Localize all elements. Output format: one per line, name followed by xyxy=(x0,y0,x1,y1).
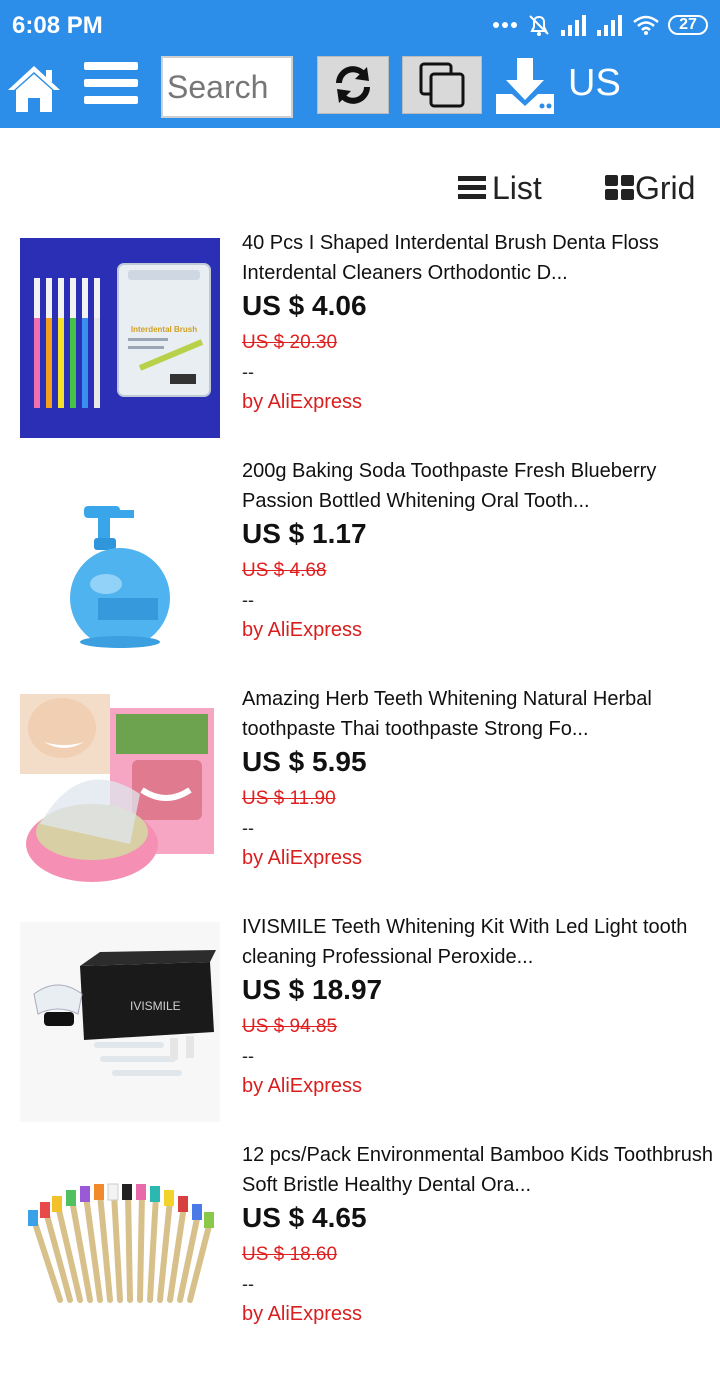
grid-view-label: Grid xyxy=(635,169,696,206)
product-title[interactable]: Amazing Herb Teeth Whitening Natural Her… xyxy=(242,684,718,744)
product-item[interactable]: Amazing Herb Teeth Whitening Natural Her… xyxy=(0,688,720,922)
product-thumbnail[interactable]: Interdental Brush xyxy=(20,238,220,438)
bamboo-toothbrush-image xyxy=(20,1150,220,1350)
whitening-kit-image: IVISMILE xyxy=(20,922,220,1122)
download-button[interactable] xyxy=(494,56,556,116)
grid-view-button[interactable]: Grid xyxy=(605,168,695,208)
copy-button[interactable] xyxy=(402,56,482,114)
refresh-icon xyxy=(336,66,370,104)
product-old-price: US $ 11.90 xyxy=(242,788,336,809)
product-item[interactable]: 200g Baking Soda Toothpaste Fresh Bluebe… xyxy=(0,460,720,694)
copy-icon xyxy=(419,62,465,108)
product-price: US $ 5.95 xyxy=(242,746,367,777)
product-thumbnail[interactable] xyxy=(20,694,220,894)
product-item[interactable]: IVISMILE IVISMILE Teeth Whitening Kit Wi… xyxy=(0,916,720,1150)
list-view-label: List xyxy=(492,169,542,206)
status-bar: 6:08 PM 27 xyxy=(0,0,720,50)
product-extra: -- xyxy=(242,362,254,382)
product-item[interactable]: 12 pcs/Pack Environmental Bamboo Kids To… xyxy=(0,1144,720,1378)
product-extra: -- xyxy=(242,590,254,610)
product-price: US $ 18.97 xyxy=(242,974,383,1005)
product-price: US $ 4.06 xyxy=(242,290,367,321)
product-source: by AliExpress xyxy=(242,847,363,869)
list-view-button[interactable]: List xyxy=(458,168,542,208)
product-source: by AliExpress xyxy=(242,619,363,641)
product-title[interactable]: IVISMILE Teeth Whitening Kit With Led Li… xyxy=(242,912,718,972)
herbal-toothpaste-image xyxy=(20,694,220,894)
signal-icon-2 xyxy=(597,15,622,36)
product-source: by AliExpress xyxy=(242,1075,363,1097)
thumb-label: IVISMILE xyxy=(130,999,181,1013)
product-title[interactable]: 40 Pcs I Shaped Interdental Brush Denta … xyxy=(242,228,718,288)
product-old-price: US $ 4.68 xyxy=(242,560,327,581)
home-button[interactable] xyxy=(6,60,62,116)
refresh-button[interactable] xyxy=(317,56,389,114)
top-toolbar: US xyxy=(0,50,720,128)
product-extra: -- xyxy=(242,818,254,838)
product-extra: -- xyxy=(242,1046,254,1066)
search-input[interactable] xyxy=(161,56,293,118)
download-icon xyxy=(496,58,554,114)
product-source: by AliExpress xyxy=(242,1303,363,1325)
list-icon xyxy=(458,176,486,199)
mute-bell-icon xyxy=(529,15,549,36)
toothpaste-bottle-image xyxy=(20,466,220,666)
status-icons: 27 xyxy=(492,10,708,40)
product-price: US $ 1.17 xyxy=(242,518,367,549)
grid-icon xyxy=(605,175,634,200)
more-dots-icon xyxy=(493,22,517,28)
menu-icon xyxy=(84,62,138,70)
product-source: by AliExpress xyxy=(242,391,363,413)
product-extra: -- xyxy=(242,1274,254,1294)
wifi-icon xyxy=(633,15,659,35)
product-title[interactable]: 12 pcs/Pack Environmental Bamboo Kids To… xyxy=(242,1140,718,1200)
home-icon xyxy=(8,66,60,112)
battery-icon: 27 xyxy=(668,15,708,35)
product-old-price: US $ 94.85 xyxy=(242,1016,338,1037)
interdental-brush-image: Interdental Brush xyxy=(20,238,220,438)
product-title[interactable]: 200g Baking Soda Toothpaste Fresh Bluebe… xyxy=(242,456,718,516)
product-price: US $ 4.65 xyxy=(242,1202,367,1233)
product-thumbnail[interactable]: IVISMILE xyxy=(20,922,220,1122)
signal-icon xyxy=(561,15,586,36)
product-item[interactable]: Interdental Brush 40 Pcs I Shaped Interd… xyxy=(0,232,720,466)
region-label[interactable]: US xyxy=(568,62,621,105)
product-old-price: US $ 20.30 xyxy=(242,332,338,353)
status-time: 6:08 PM xyxy=(12,12,103,39)
product-thumbnail[interactable] xyxy=(20,466,220,666)
thumb-label: Interdental Brush xyxy=(131,325,197,334)
product-old-price: US $ 18.60 xyxy=(242,1244,338,1265)
product-thumbnail[interactable] xyxy=(20,1150,220,1350)
menu-button[interactable] xyxy=(84,62,138,112)
